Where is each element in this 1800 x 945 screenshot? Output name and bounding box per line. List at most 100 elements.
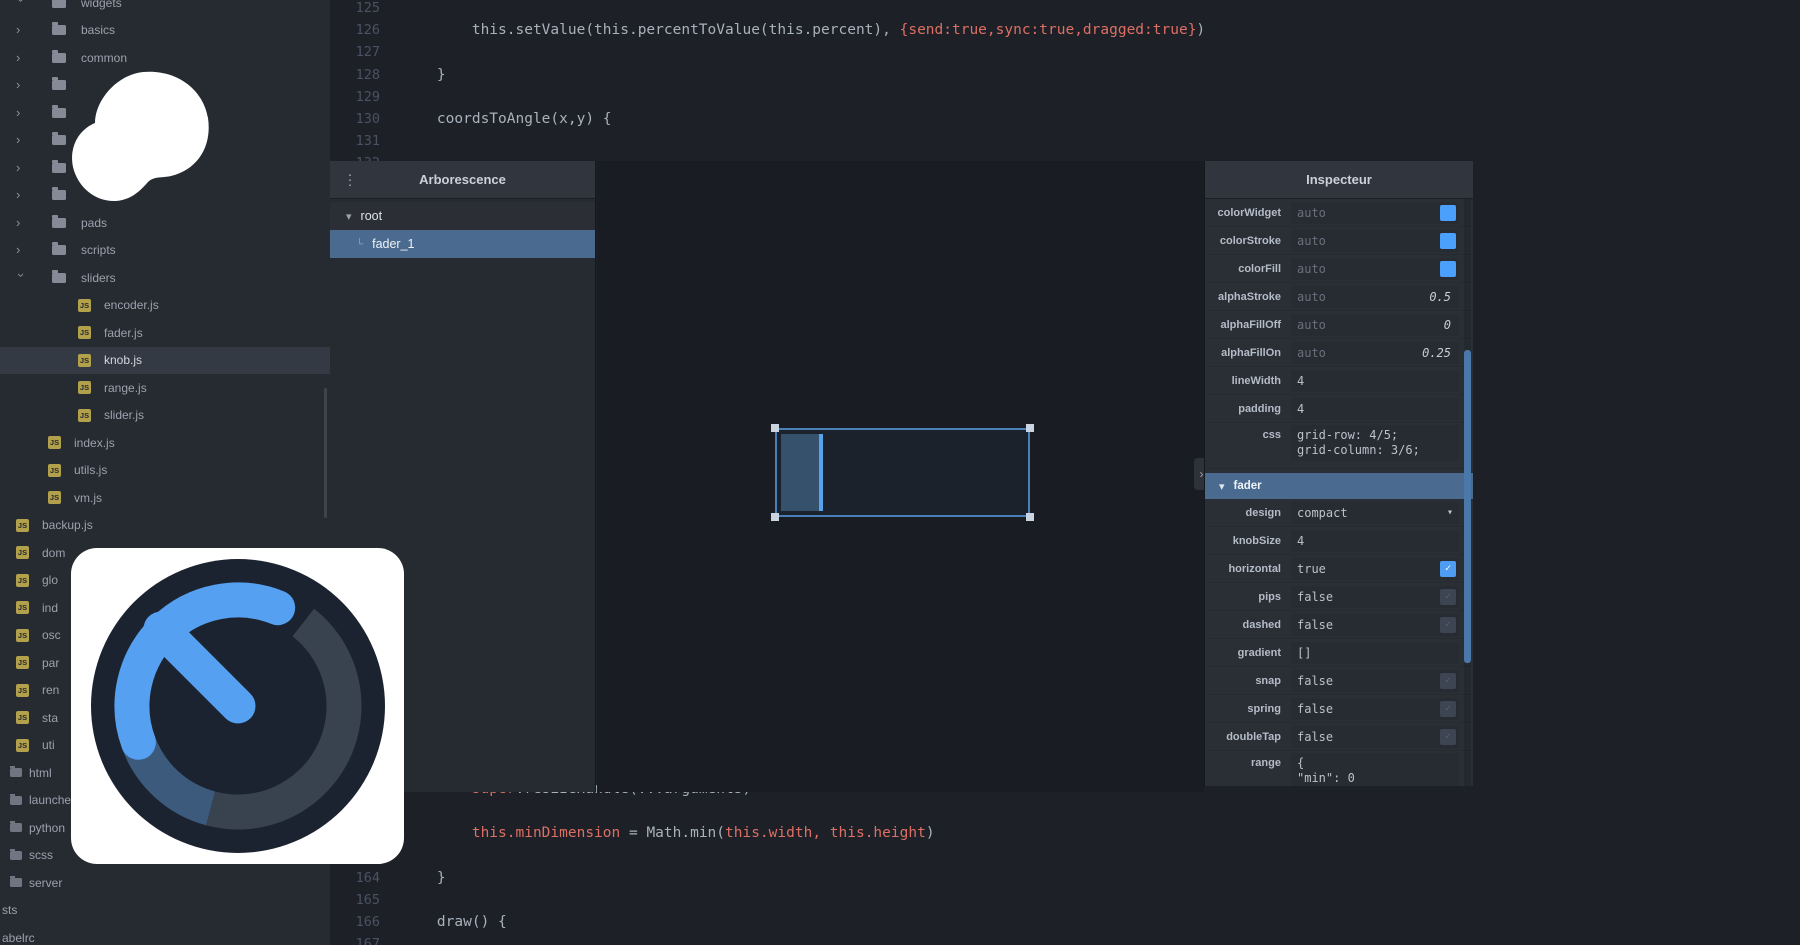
inspector-row: range { "min": 0 ✓ ▾	[1205, 751, 1473, 786]
js-file-icon: JS	[16, 601, 29, 614]
inspector-row: alphaFillOn auto 0.25 ✓ ▾	[1205, 339, 1473, 367]
selection-handle[interactable]	[1026, 424, 1034, 432]
fader-knob[interactable]	[819, 434, 823, 511]
color-swatch[interactable]	[1440, 233, 1456, 249]
property-label: pips	[1205, 591, 1291, 603]
folder-icon	[52, 273, 66, 283]
sidebar-scrollbar[interactable]	[324, 388, 327, 518]
property-label: knobSize	[1205, 535, 1291, 547]
tree-item-root[interactable]: ▾ root	[330, 202, 595, 230]
tree-item-fader[interactable]: └ fader_1	[330, 230, 595, 258]
white-blob-logo	[71, 71, 209, 202]
property-field[interactable]: false ✓ ▾	[1291, 586, 1459, 608]
chevron-right-icon: ›	[16, 80, 26, 90]
file-tree-item[interactable]: › JS slider.js	[0, 402, 330, 430]
file-label: glo	[42, 573, 58, 587]
property-value: auto	[1297, 206, 1326, 220]
file-tree-item[interactable]: › JS abelrc	[0, 924, 330, 945]
knob-icon	[88, 556, 388, 856]
selection-handle[interactable]	[1026, 513, 1034, 521]
property-value-line2: "min": 0	[1297, 771, 1355, 786]
checkbox[interactable]: ✓	[1440, 673, 1456, 689]
property-field[interactable]: 4 ✓ ▾	[1291, 398, 1459, 420]
code-text: }	[402, 64, 446, 86]
scrollbar-thumb[interactable]	[1464, 350, 1471, 663]
property-field[interactable]: auto 0 ✓ ▾	[1291, 314, 1459, 336]
property-field[interactable]: false ✓ ▾	[1291, 614, 1459, 636]
file-tree-item[interactable]: › JS index.js	[0, 429, 330, 457]
js-file-icon: JS	[16, 684, 29, 697]
js-file-icon: JS	[16, 546, 29, 559]
inspector-row: knobSize 4 ✓ ▾	[1205, 527, 1473, 555]
checkbox[interactable]: ✓	[1440, 589, 1456, 605]
file-tree-item[interactable]: › JS server	[0, 869, 330, 897]
chevron-right-icon: ›	[16, 135, 26, 145]
checkbox[interactable]: ✓	[1440, 561, 1456, 577]
widget-canvas[interactable]	[597, 161, 1204, 792]
file-tree-item[interactable]: › JS pads	[0, 209, 330, 237]
property-field[interactable]: compact ✓ ▾	[1291, 502, 1459, 524]
folder-icon	[52, 53, 66, 63]
chevron-down-icon: ▾	[1447, 507, 1453, 518]
file-label: pads	[81, 216, 107, 230]
inspector-row: spring false ✓ ▾	[1205, 695, 1473, 723]
property-value: []	[1297, 646, 1311, 660]
inspector-row: horizontal true ✓ ▾	[1205, 555, 1473, 583]
computed-value: 0	[1444, 318, 1451, 332]
file-label: scss	[29, 848, 53, 862]
property-field[interactable]: 4 ✓ ▾	[1291, 370, 1459, 392]
file-tree-item[interactable]: › JS encoder.js	[0, 292, 330, 320]
kebab-menu-icon[interactable]: ⋮	[343, 171, 357, 188]
file-label: ind	[42, 601, 58, 615]
color-swatch[interactable]	[1440, 261, 1456, 277]
property-field[interactable]: true ✓ ▾	[1291, 558, 1459, 580]
checkbox[interactable]: ✓	[1440, 617, 1456, 633]
inspector-section-fader[interactable]: ▾ fader	[1205, 473, 1473, 499]
js-file-icon: JS	[16, 574, 29, 587]
property-field[interactable]: false ✓ ▾	[1291, 726, 1459, 748]
property-field[interactable]: { "min": 0 ✓ ▾	[1291, 753, 1459, 786]
file-tree-item[interactable]: › JS vm.js	[0, 484, 330, 512]
property-value: false	[1297, 618, 1333, 632]
file-tree-item[interactable]: › JS fader.js	[0, 319, 330, 347]
property-field[interactable]: auto 0.25 ✓ ▾	[1291, 342, 1459, 364]
property-field[interactable]: grid-row: 4/5; grid-column: 3/6; ✓ ▾	[1291, 425, 1459, 461]
selection-handle[interactable]	[771, 513, 779, 521]
file-label: encoder.js	[104, 298, 159, 312]
file-label: range.js	[104, 381, 147, 395]
color-swatch[interactable]	[1440, 205, 1456, 221]
property-label: padding	[1205, 403, 1291, 415]
property-field[interactable]: 4 ✓ ▾	[1291, 530, 1459, 552]
folder-icon-small	[10, 796, 22, 805]
file-tree-item[interactable]: › JS common	[0, 44, 330, 72]
checkbox[interactable]: ✓	[1440, 729, 1456, 745]
file-label: scripts	[81, 243, 116, 257]
property-field[interactable]: auto ✓ ▾	[1291, 202, 1459, 224]
file-tree-item[interactable]: › JS utils.js	[0, 457, 330, 485]
file-tree-item[interactable]: › JS sts	[0, 897, 330, 925]
file-tree-item[interactable]: › JS sliders	[0, 264, 330, 292]
property-field[interactable]: auto ✓ ▾	[1291, 230, 1459, 252]
fader-widget[interactable]	[775, 428, 1030, 517]
property-field[interactable]: false ✓ ▾	[1291, 670, 1459, 692]
file-tree-item[interactable]: › JS scripts	[0, 237, 330, 265]
folder-icon	[52, 190, 66, 200]
property-label: dashed	[1205, 619, 1291, 631]
property-field[interactable]: [] ✓ ▾	[1291, 642, 1459, 664]
line-number: 127	[336, 41, 380, 63]
selection-handle[interactable]	[771, 424, 779, 432]
file-tree-item[interactable]: › JS knob.js	[0, 347, 330, 375]
property-label: gradient	[1205, 647, 1291, 659]
file-label: dom	[42, 546, 65, 560]
file-label: widgets	[81, 0, 122, 10]
property-field[interactable]: auto ✓ ▾	[1291, 258, 1459, 280]
file-tree-item[interactable]: › JS range.js	[0, 374, 330, 402]
file-tree-item[interactable]: › JS widgets	[0, 0, 330, 17]
inspector-row: gradient [] ✓ ▾	[1205, 639, 1473, 667]
property-field[interactable]: false ✓ ▾	[1291, 698, 1459, 720]
checkbox[interactable]: ✓	[1440, 701, 1456, 717]
property-field[interactable]: auto 0.5 ✓ ▾	[1291, 286, 1459, 308]
js-file-icon: JS	[16, 711, 29, 724]
file-tree-item[interactable]: › JS backup.js	[0, 512, 330, 540]
file-tree-item[interactable]: › JS basics	[0, 17, 330, 45]
